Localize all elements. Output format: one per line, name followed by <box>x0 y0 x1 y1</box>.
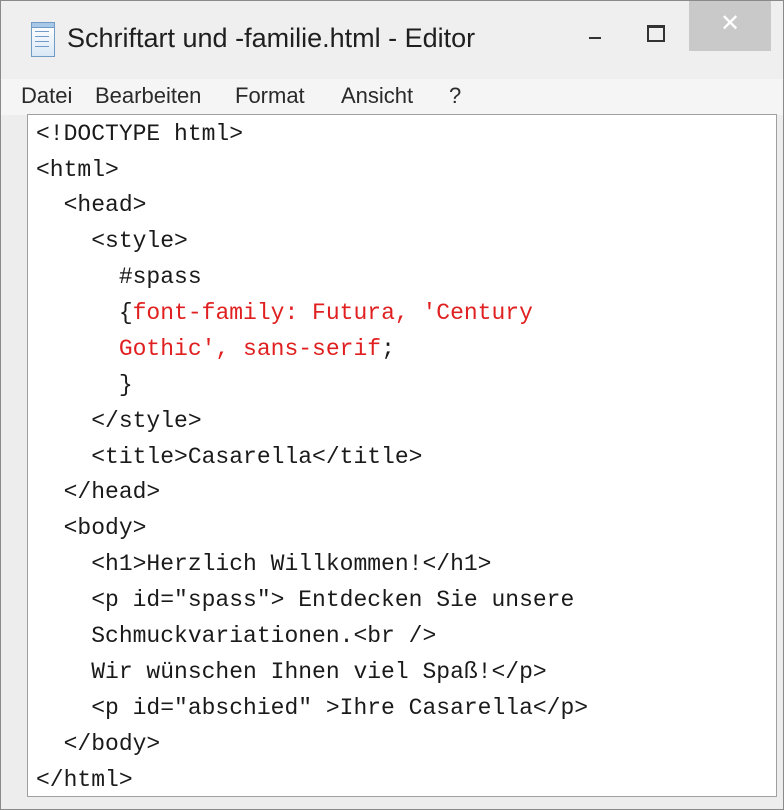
minimize-button[interactable] <box>571 17 617 51</box>
highlighted-code: Gothic', sans-serif <box>118 336 382 362</box>
notepad-icon <box>31 22 55 57</box>
code-line: </style> <box>36 408 202 434</box>
menu-bar: Datei Bearbeiten Format Ansicht ? <box>1 79 783 115</box>
maximize-icon <box>647 25 665 42</box>
window-title: Schriftart und -familie.html - Editor <box>67 23 476 53</box>
code-text: { <box>36 300 133 326</box>
maximize-button[interactable] <box>633 17 679 51</box>
menu-item-bearbeiten[interactable]: Bearbeiten <box>95 83 201 109</box>
menu-item-datei[interactable]: Datei <box>21 83 72 109</box>
code-line: Wir wünschen Ihnen viel Spaß!</p> <box>36 659 547 685</box>
menu-item-help[interactable]: ? <box>449 83 461 109</box>
code-line: <!DOCTYPE html> <box>36 121 244 147</box>
code-line: <html> <box>36 157 119 183</box>
code-line: </html> <box>36 767 133 793</box>
minimize-icon <box>589 37 601 39</box>
code-line: <h1>Herzlich Willkommen!</h1> <box>36 551 492 577</box>
code-line: </head> <box>36 479 161 505</box>
code-line: <head> <box>36 192 147 218</box>
code-line: <p id="abschied" >Ihre Casarella</p> <box>36 695 589 721</box>
code-text: ; <box>381 336 395 362</box>
text-editor-area[interactable]: <!DOCTYPE html> <html> <head> <style> #s… <box>27 114 777 797</box>
code-line: Schmuckvariationen.<br /> <box>36 623 437 649</box>
code-line: <title>Casarella</title> <box>36 444 423 470</box>
code-line: <p id="spass"> Entdecken Sie unsere <box>36 587 575 613</box>
editor-window: Schriftart und -familie.html - Editor ✕ … <box>0 0 784 810</box>
code-line: <style> <box>36 228 188 254</box>
code-line: } <box>36 372 133 398</box>
code-line: <body> <box>36 515 147 541</box>
close-icon: ✕ <box>719 9 741 37</box>
menu-item-format[interactable]: Format <box>235 83 305 109</box>
code-line: Gothic', sans-serif; <box>36 334 395 364</box>
code-line: #spass <box>36 264 202 290</box>
code-line: {font-family: Futura, 'Century <box>36 298 533 328</box>
title-bar[interactable]: Schriftart und -familie.html - Editor ✕ <box>1 1 783 83</box>
menu-item-ansicht[interactable]: Ansicht <box>341 83 413 109</box>
close-button[interactable]: ✕ <box>689 1 771 51</box>
highlighted-code: font-family: Futura, 'Century <box>132 300 533 326</box>
code-line: </body> <box>36 731 161 757</box>
